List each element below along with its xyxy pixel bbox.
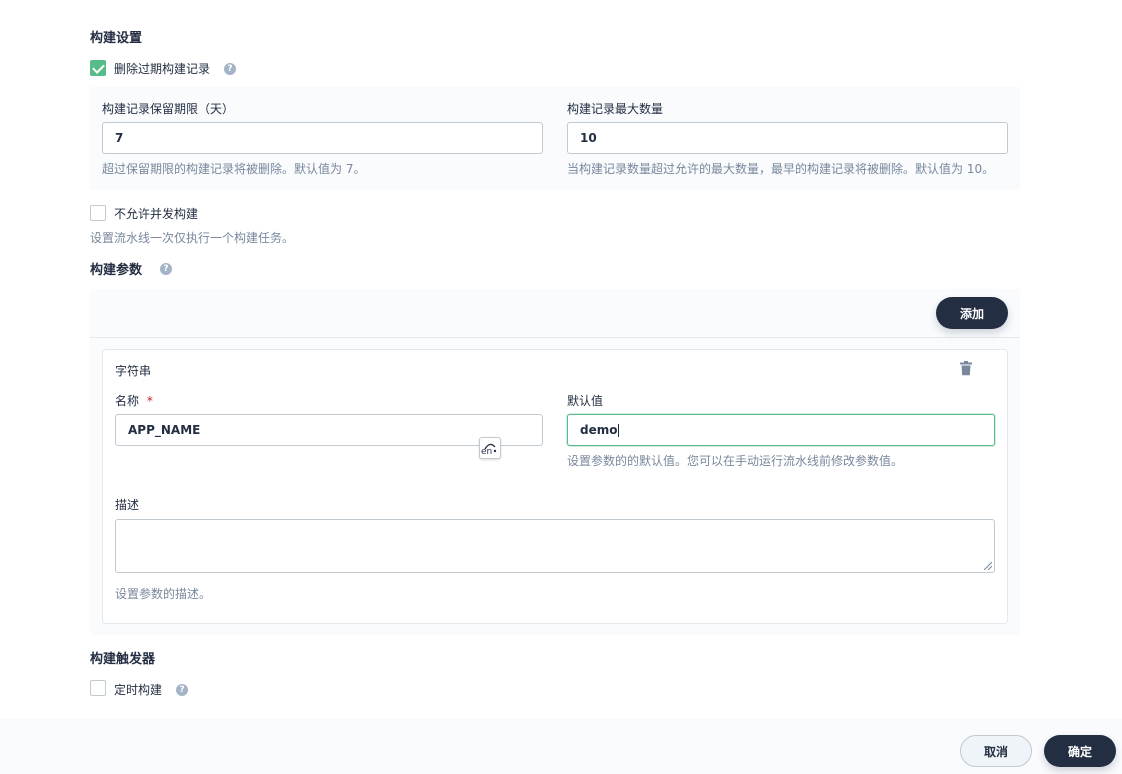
ime-icon[interactable]: en (479, 437, 501, 459)
resize-handle-icon[interactable] (984, 562, 992, 570)
param-name-label-text: 名称 (115, 394, 140, 408)
retention-days-label: 构建记录保留期限（天） (102, 102, 235, 116)
max-count-input[interactable]: 10 (567, 122, 1008, 154)
param-card (102, 349, 1008, 624)
help-icon[interactable]: ? (160, 263, 172, 275)
discard-old-label[interactable]: 删除过期构建记录 (114, 60, 210, 77)
confirm-button[interactable]: 确定 (1044, 735, 1116, 767)
param-default-label: 默认值 (567, 394, 604, 408)
build-triggers-title: 构建触发器 (90, 652, 156, 667)
param-default-desc: 设置参数的的默认值。您可以在手动运行流水线前修改参数值。 (567, 454, 904, 468)
scheduled-build-checkbox[interactable] (90, 680, 106, 696)
text-cursor (618, 423, 620, 437)
param-desc-help: 设置参数的描述。 (115, 587, 212, 601)
no-concurrent-checkbox[interactable] (90, 205, 106, 221)
build-settings-title: 构建设置 (90, 31, 143, 46)
max-count-desc: 当构建记录数量超过允许的最大数量，最早的构建记录将被删除。默认值为 10。 (567, 162, 995, 176)
param-desc-textarea[interactable] (115, 519, 995, 573)
trash-icon[interactable] (960, 361, 972, 376)
build-params-title: 构建参数 (90, 263, 143, 278)
discard-old-checkbox[interactable] (90, 60, 106, 76)
scheduled-build-label[interactable]: 定时构建 (114, 681, 162, 698)
max-count-label: 构建记录最大数量 (567, 102, 664, 116)
param-desc-label: 描述 (115, 498, 140, 512)
cancel-button[interactable]: 取消 (960, 735, 1032, 767)
help-icon[interactable]: ? (224, 63, 236, 75)
param-type-label: 字符串 (115, 364, 152, 378)
footer-bar (0, 719, 1122, 774)
param-name-label: 名称 * (115, 392, 153, 409)
retention-days-desc: 超过保留期限的构建记录将被删除。默认值为 7。 (102, 162, 366, 176)
param-default-input[interactable]: demo (567, 414, 995, 446)
no-concurrent-label[interactable]: 不允许并发构建 (114, 205, 198, 222)
required-mark: * (146, 394, 153, 408)
no-concurrent-desc: 设置流水线一次仅执行一个构建任务。 (90, 231, 295, 245)
ime-icon-text: en (481, 447, 493, 457)
add-param-button[interactable]: 添加 (936, 297, 1008, 329)
max-count-value: 10 (580, 131, 597, 145)
help-icon[interactable]: ? (176, 684, 188, 696)
param-name-value: APP_NAME (128, 423, 201, 437)
retention-days-value: 7 (115, 131, 124, 145)
retention-days-input[interactable]: 7 (102, 122, 543, 154)
params-divider (90, 337, 1020, 338)
param-default-value: demo (580, 423, 618, 437)
